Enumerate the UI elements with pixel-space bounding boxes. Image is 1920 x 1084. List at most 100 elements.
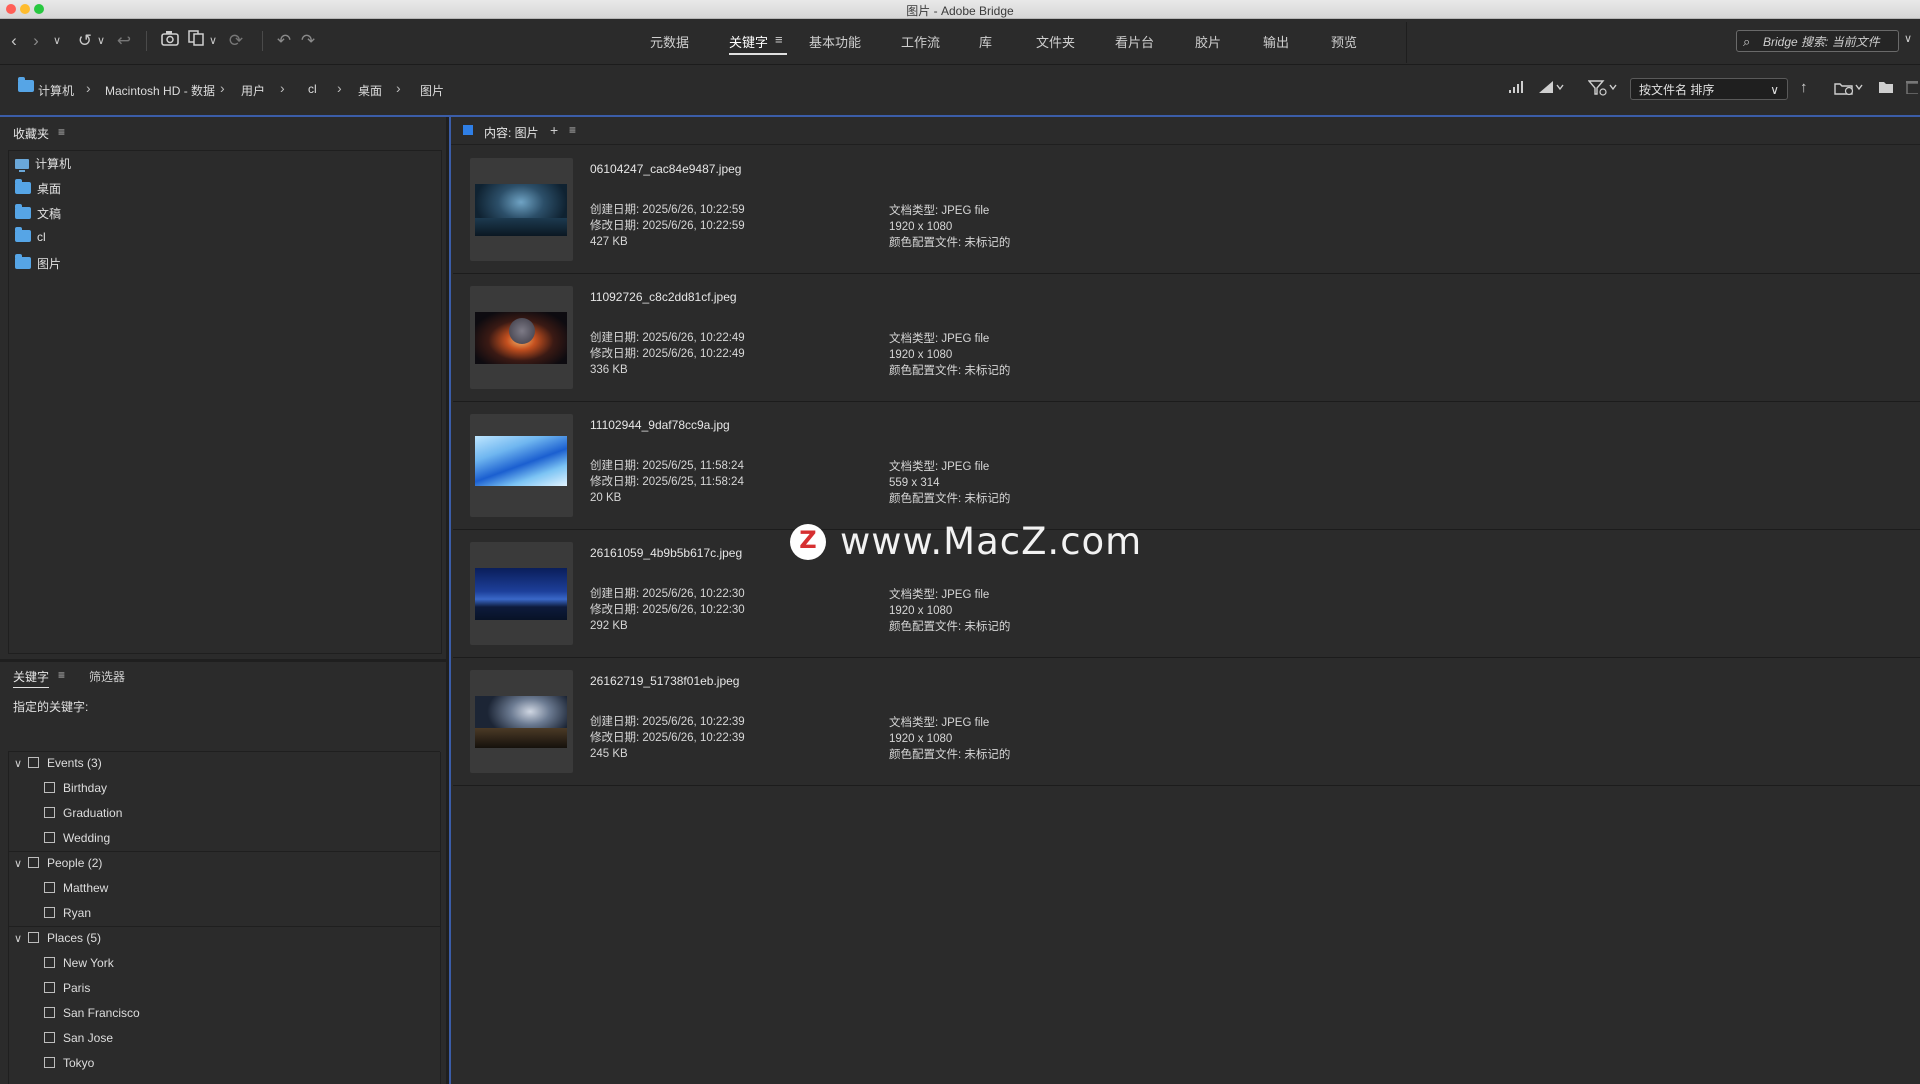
keyword-checkbox[interactable] <box>28 857 39 868</box>
keyword-checkbox[interactable] <box>44 907 55 918</box>
workspace-light-table[interactable]: 看片台 <box>1115 32 1154 51</box>
keyword-san-francisco[interactable]: San Francisco <box>44 1006 140 1020</box>
recent-icon[interactable]: ↺ <box>74 29 96 53</box>
rotate-cw-icon[interactable]: ↷ <box>298 29 318 53</box>
keyword-checkbox[interactable] <box>28 757 39 768</box>
breadcrumb-separator-icon[interactable]: › <box>86 80 91 96</box>
workspace-menu-icon[interactable]: ≡ <box>775 32 783 47</box>
file-row[interactable]: 11092726_c8c2dd81cf.jpeg 创建日期: 2025/6/26… <box>453 274 1920 402</box>
keyword-checkbox[interactable] <box>44 982 55 993</box>
workspace-keywords[interactable]: 关键字 <box>729 32 768 51</box>
file-row[interactable]: 06104247_cac84e9487.jpeg 创建日期: 2025/6/26… <box>453 146 1920 274</box>
star-rating-icon[interactable] <box>1508 80 1524 98</box>
breadcrumb-computer[interactable]: 计算机 <box>38 82 74 99</box>
file-row[interactable]: 26162719_51738f01eb.jpeg 创建日期: 2025/6/26… <box>453 658 1920 786</box>
keyword-san-jose[interactable]: San Jose <box>44 1031 113 1045</box>
workspace-folders[interactable]: 文件夹 <box>1036 32 1075 51</box>
content-panel-title[interactable]: 内容: 图片 <box>484 124 539 141</box>
keyword-paris[interactable]: Paris <box>44 981 90 995</box>
breadcrumb-separator-icon[interactable]: › <box>396 80 401 96</box>
breadcrumb-separator-icon[interactable]: › <box>220 80 225 96</box>
bridge-search-input[interactable]: ⌕ Bridge 搜索: 当前文件 <box>1736 30 1899 52</box>
breadcrumb-pictures[interactable]: 图片 <box>420 82 444 99</box>
content-panel-menu-icon[interactable]: ≡ <box>569 123 576 137</box>
breadcrumb-separator-icon[interactable]: › <box>280 80 285 96</box>
open-recent-folder-icon[interactable] <box>1834 80 1866 100</box>
file-row[interactable]: 11102944_9daf78cc9a.jpg 创建日期: 2025/6/25,… <box>453 402 1920 530</box>
rotate-ccw-icon[interactable]: ↶ <box>274 29 294 53</box>
file-meta-left: 创建日期: 2025/6/26, 10:22:30 修改日期: 2025/6/26… <box>590 588 745 632</box>
keyword-wedding[interactable]: Wedding <box>44 831 110 845</box>
file-meta-right: 文档类型: JPEG file 1920 x 1080 颜色配置文件: 未标记的 <box>889 589 1011 633</box>
tab-favorites[interactable]: 收藏夹 <box>13 125 49 142</box>
window-title: 图片 - Adobe Bridge <box>906 4 1014 18</box>
breadcrumb-separator-icon[interactable]: › <box>337 80 342 96</box>
chevron-down-icon[interactable]: ∨ <box>94 29 108 53</box>
keyword-checkbox[interactable] <box>44 882 55 893</box>
quality-filter-icon[interactable] <box>1538 80 1566 98</box>
back-icon[interactable]: ‹ <box>4 29 24 53</box>
chevron-down-icon[interactable]: ∨ <box>14 757 28 770</box>
keyword-group-places[interactable]: ∨ Places (5) <box>14 931 101 945</box>
image-thumbnail[interactable] <box>475 312 567 364</box>
trash-icon[interactable] <box>1906 80 1920 98</box>
copy-icon[interactable] <box>186 29 208 53</box>
keyword-checkbox[interactable] <box>44 957 55 968</box>
workspace-filmstrip[interactable]: 胶片 <box>1195 32 1221 51</box>
breadcrumb-users[interactable]: 用户 <box>241 82 265 99</box>
image-thumbnail[interactable] <box>475 568 567 620</box>
chevron-down-icon[interactable]: ∨ <box>14 932 28 945</box>
favorite-documents[interactable]: 文稿 <box>15 204 61 222</box>
filter-icon[interactable] <box>1587 80 1620 100</box>
new-folder-icon[interactable] <box>1878 80 1894 98</box>
tab-filter[interactable]: 筛选器 <box>89 668 125 685</box>
favorite-desktop[interactable]: 桌面 <box>15 179 61 197</box>
workspace-output[interactable]: 输出 <box>1263 32 1289 51</box>
breadcrumb-desktop[interactable]: 桌面 <box>358 82 382 99</box>
chevron-down-icon[interactable]: ∨ <box>1904 32 1912 45</box>
keyword-new-york[interactable]: New York <box>44 956 114 970</box>
keyword-tokyo[interactable]: Tokyo <box>44 1056 94 1070</box>
keyword-birthday[interactable]: Birthday <box>44 781 107 795</box>
image-thumbnail[interactable] <box>475 436 567 486</box>
favorite-computer[interactable]: 计算机 <box>15 155 71 172</box>
keyword-checkbox[interactable] <box>44 807 55 818</box>
keyword-checkbox[interactable] <box>44 832 55 843</box>
image-thumbnail[interactable] <box>475 696 567 748</box>
keyword-group-people[interactable]: ∨ People (2) <box>14 856 102 870</box>
keyword-group-events[interactable]: ∨ Events (3) <box>14 756 102 770</box>
keyword-graduation[interactable]: Graduation <box>44 806 122 820</box>
chevron-down-icon[interactable]: ∨ <box>14 857 28 870</box>
workspace-workflow[interactable]: 工作流 <box>901 32 940 51</box>
breadcrumb-cl[interactable]: cl <box>308 82 317 96</box>
keyword-matthew[interactable]: Matthew <box>44 881 108 895</box>
keywords-panel-menu-icon[interactable]: ≡ <box>58 668 65 682</box>
keyword-checkbox[interactable] <box>44 1007 55 1018</box>
breadcrumb-macintosh-hd[interactable]: Macintosh HD - 数据 <box>105 82 215 99</box>
forward-icon[interactable]: › <box>26 29 46 53</box>
keyword-checkbox[interactable] <box>28 932 39 943</box>
favorite-pictures[interactable]: 图片 <box>15 254 61 272</box>
favorites-panel-menu-icon[interactable]: ≡ <box>58 125 65 139</box>
keyword-checkbox[interactable] <box>44 1057 55 1068</box>
sort-dropdown[interactable]: 按文件名 排序 ∨ <box>1630 78 1788 100</box>
keyword-checkbox[interactable] <box>44 782 55 793</box>
add-tab-icon[interactable]: + <box>550 122 558 138</box>
keyword-ryan[interactable]: Ryan <box>44 906 91 920</box>
workspace-essentials[interactable]: 基本功能 <box>809 32 861 51</box>
sort-direction-icon[interactable]: ↑ <box>1800 79 1808 96</box>
workspace-metadata[interactable]: 元数据 <box>650 32 689 51</box>
panel-divider[interactable] <box>0 659 446 662</box>
workspace-library[interactable]: 库 <box>979 32 992 51</box>
favorite-cl[interactable]: cl <box>15 227 46 244</box>
image-thumbnail[interactable] <box>475 184 567 236</box>
file-row[interactable]: 26161059_4b9b5b617c.jpeg 创建日期: 2025/6/26… <box>453 530 1920 658</box>
boomerang-icon[interactable]: ↩ <box>114 29 134 53</box>
camera-icon[interactable] <box>160 29 182 53</box>
chevron-down-icon[interactable]: ∨ <box>206 29 220 53</box>
keyword-checkbox[interactable] <box>44 1032 55 1043</box>
workspace-preview[interactable]: 预览 <box>1331 32 1357 51</box>
chevron-down-icon[interactable]: ∨ <box>50 29 64 53</box>
refine-icon[interactable]: ⟳ <box>226 29 246 53</box>
tab-keywords[interactable]: 关键字 <box>13 668 50 688</box>
